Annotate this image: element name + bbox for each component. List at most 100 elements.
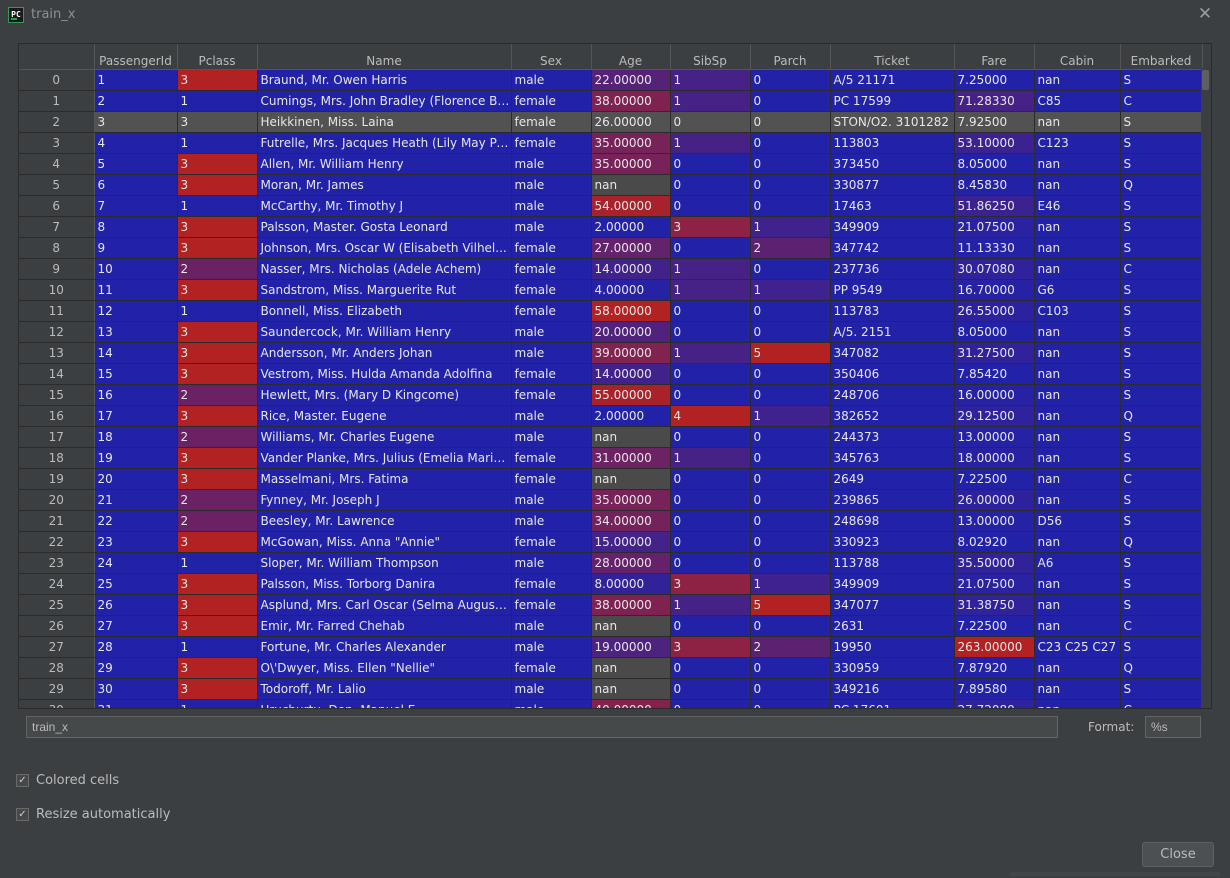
table-cell[interactable]: 29: [94, 657, 178, 679]
table-cell[interactable]: 4: [670, 405, 751, 427]
table-cell[interactable]: S: [1120, 552, 1203, 574]
column-header[interactable]: SibSp: [670, 44, 751, 70]
table-cell[interactable]: 0: [750, 447, 831, 469]
table-cell[interactable]: 38.00000: [591, 594, 671, 616]
table-cell[interactable]: 1: [177, 552, 258, 574]
table-cell[interactable]: 244373: [830, 426, 955, 448]
table-cell[interactable]: Bonnell, Miss. Elizabeth: [257, 300, 512, 322]
table-cell[interactable]: 1: [177, 195, 258, 217]
table-cell[interactable]: 15: [94, 363, 178, 385]
row-index[interactable]: 30: [19, 699, 95, 708]
table-cell[interactable]: 28.00000: [591, 552, 671, 574]
table-cell[interactable]: 8.00000: [591, 573, 671, 595]
table-row[interactable]: 1 2 1 Cumings, Mrs. John Bradley (Florence …: [19, 90, 1203, 112]
table-cell[interactable]: 3: [670, 636, 751, 658]
table-cell[interactable]: Sandstrom, Miss. Marguerite Rut: [257, 279, 512, 301]
table-cell[interactable]: male: [511, 426, 592, 448]
table-cell[interactable]: 31.27500: [954, 342, 1035, 364]
close-button[interactable]: Close: [1142, 842, 1214, 867]
table-cell[interactable]: 0: [670, 489, 751, 511]
table-cell[interactable]: PC 17601: [830, 699, 955, 708]
table-row[interactable]: 20 21 2 Fynney, Mr. Joseph Jmale 35.00000 0 0 2…: [19, 489, 1203, 511]
column-header[interactable]: PassengerId: [94, 44, 178, 70]
table-cell[interactable]: 7.87920: [954, 657, 1035, 679]
table-cell[interactable]: 5: [94, 153, 178, 175]
table-cell[interactable]: 24: [94, 552, 178, 574]
table-cell[interactable]: 2.00000: [591, 405, 671, 427]
table-cell[interactable]: 0: [670, 300, 751, 322]
table-cell[interactable]: male: [511, 342, 592, 364]
table-cell[interactable]: 0: [670, 384, 751, 406]
table-row[interactable]: 29 30 3 Todoroff, Mr. Lalio male nan 0 0 349216 7…: [19, 678, 1203, 700]
table-cell[interactable]: Williams, Mr. Charles Eugene: [257, 426, 512, 448]
table-cell[interactable]: S: [1120, 447, 1203, 469]
column-header[interactable]: Age: [591, 44, 671, 70]
table-row[interactable]: 18 19 3 Vander Planke, Mrs. Julius (Emelia …: [19, 447, 1203, 469]
table-cell[interactable]: Palsson, Miss. Torborg Danira: [257, 573, 512, 595]
table-cell[interactable]: nan: [1034, 657, 1121, 679]
table-cell[interactable]: 0: [750, 678, 831, 700]
table-cell[interactable]: 39.00000: [591, 342, 671, 364]
close-x-icon[interactable]: ✕: [1194, 2, 1216, 26]
table-cell[interactable]: 7.89580: [954, 678, 1035, 700]
table-cell[interactable]: 0: [670, 657, 751, 679]
table-cell[interactable]: 13.00000: [954, 426, 1035, 448]
table-cell[interactable]: female: [511, 300, 592, 322]
table-cell[interactable]: female: [511, 363, 592, 385]
table-cell[interactable]: 8.05000: [954, 321, 1035, 343]
table-cell[interactable]: nan: [1034, 69, 1121, 91]
table-cell[interactable]: 4: [94, 132, 178, 154]
table-cell[interactable]: C: [1120, 699, 1203, 708]
table-cell[interactable]: 14.00000: [591, 363, 671, 385]
table-cell[interactable]: S: [1120, 636, 1203, 658]
table-cell[interactable]: nan: [591, 426, 671, 448]
table-row[interactable]: 9 10 2 Nasser, Mrs. Nicholas (Adele Achem) f…: [19, 258, 1203, 280]
table-cell[interactable]: 1: [750, 216, 831, 238]
table-cell[interactable]: 8.45830: [954, 174, 1035, 196]
table-cell[interactable]: C: [1120, 258, 1203, 280]
row-index[interactable]: 2: [19, 111, 95, 133]
table-cell[interactable]: Todoroff, Mr. Lalio: [257, 678, 512, 700]
table-cell[interactable]: McGowan, Miss. Anna "Annie": [257, 531, 512, 553]
table-cell[interactable]: 26.55000: [954, 300, 1035, 322]
table-cell[interactable]: 0: [750, 552, 831, 574]
table-cell[interactable]: 3: [177, 363, 258, 385]
table-cell[interactable]: Q: [1120, 174, 1203, 196]
table-cell[interactable]: Q: [1120, 531, 1203, 553]
table-cell[interactable]: 21.07500: [954, 573, 1035, 595]
table-row[interactable]: 10 11 3 Sandstrom, Miss. Marguerite Rut fema…: [19, 279, 1203, 301]
resize-automatically-checkbox[interactable]: ✓: [16, 807, 29, 821]
table-cell[interactable]: 1: [670, 69, 751, 91]
table-cell[interactable]: 3: [177, 657, 258, 679]
row-index[interactable]: 9: [19, 258, 95, 280]
table-cell[interactable]: nan: [1034, 321, 1121, 343]
row-index[interactable]: 27: [19, 636, 95, 658]
table-row[interactable]: 2 3 3 Heikkinen, Miss. Laina female 26.00000 0…: [19, 111, 1203, 133]
table-row[interactable]: 30311Uruchurtu, Don. Manuel Emale40.0000…: [19, 699, 1203, 708]
table-cell[interactable]: Johnson, Mrs. Oscar W (Elisabeth Vilhel.…: [257, 237, 512, 259]
table-cell[interactable]: nan: [1034, 468, 1121, 490]
table-cell[interactable]: McCarthy, Mr. Timothy J: [257, 195, 512, 217]
table-row[interactable]: 7 8 3 Palsson, Master. Gosta Leonard male 2.0…: [19, 216, 1203, 238]
resize-automatically-checkbox-row[interactable]: ✓ Resize automatically: [16, 805, 170, 823]
table-cell[interactable]: 0: [750, 531, 831, 553]
table-cell[interactable]: Beesley, Mr. Lawrence: [257, 510, 512, 532]
table-cell[interactable]: 17463: [830, 195, 955, 217]
row-index[interactable]: 0: [19, 69, 95, 91]
table-cell[interactable]: nan: [591, 657, 671, 679]
table-cell[interactable]: 3: [177, 69, 258, 91]
table-cell[interactable]: 20: [94, 468, 178, 490]
row-index[interactable]: 11: [19, 300, 95, 322]
row-index[interactable]: 18: [19, 447, 95, 469]
table-cell[interactable]: C123: [1034, 132, 1121, 154]
table-cell[interactable]: 6: [94, 174, 178, 196]
table-cell[interactable]: nan: [1034, 363, 1121, 385]
row-index[interactable]: 3: [19, 132, 95, 154]
table-cell[interactable]: 248706: [830, 384, 955, 406]
column-header[interactable]: Name: [257, 44, 512, 70]
table-cell[interactable]: Futrelle, Mrs. Jacques Heath (Lily May P…: [257, 132, 512, 154]
table-cell[interactable]: 345763: [830, 447, 955, 469]
table-cell[interactable]: 0: [750, 300, 831, 322]
row-index[interactable]: 4: [19, 153, 95, 175]
row-index[interactable]: 29: [19, 678, 95, 700]
